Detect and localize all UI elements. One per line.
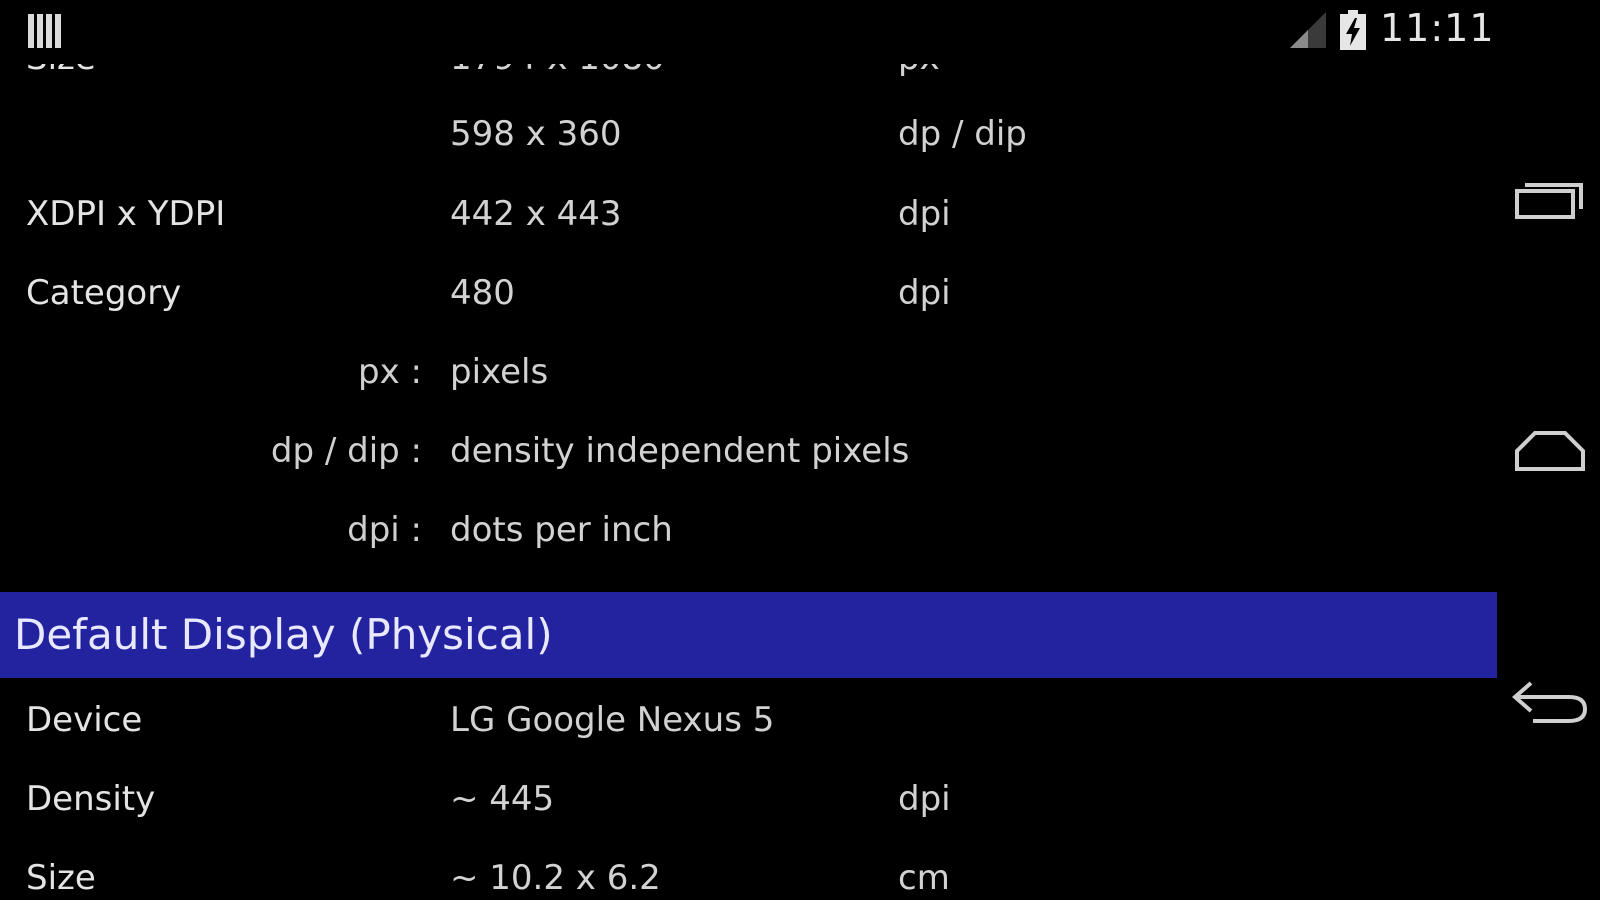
- section-header-physical: Default Display (Physical): [0, 592, 1497, 678]
- row-value: LG Google Nexus 5: [450, 700, 775, 740]
- home-button[interactable]: [1508, 408, 1592, 492]
- row-value: ~ 10.2 x 6.2: [450, 858, 661, 898]
- back-icon: [1511, 681, 1588, 723]
- row-label: Category: [26, 273, 182, 313]
- info-row-category: Category 480 dpi: [0, 263, 1500, 323]
- legend-row-px: px : pixels: [0, 342, 1500, 402]
- row-unit: dpi: [898, 273, 951, 313]
- row-value: 598 x 360: [450, 114, 622, 154]
- signal-icon: [1290, 12, 1326, 48]
- info-row-device: Device LG Google Nexus 5: [0, 690, 1500, 750]
- section-title: Default Display (Physical): [14, 610, 553, 659]
- navigation-bar: [1500, 0, 1600, 900]
- row-value: 480: [450, 273, 515, 313]
- status-bar[interactable]: 11:11: [0, 0, 1500, 64]
- info-row-density: Density ~ 445 dpi: [0, 769, 1500, 829]
- notification-icon: [28, 14, 62, 48]
- screen: Size 1794 x 1080 px 598 x 360 dp / dip X…: [0, 0, 1600, 900]
- legend-meaning: dots per inch: [450, 510, 673, 550]
- row-label: Size: [26, 858, 96, 898]
- row-unit: dpi: [898, 779, 951, 819]
- legend-key: dpi :: [347, 510, 422, 550]
- row-label: XDPI x YDPI: [26, 194, 226, 234]
- row-unit: dp / dip: [898, 114, 1027, 154]
- recent-apps-icon: [1515, 183, 1583, 219]
- row-label: Device: [26, 700, 143, 740]
- legend-meaning: pixels: [450, 352, 549, 392]
- recent-apps-button[interactable]: [1508, 158, 1592, 242]
- status-clock: 11:11: [1380, 6, 1495, 50]
- legend-key: dp / dip :: [270, 431, 422, 471]
- battery-charging-icon: [1340, 10, 1366, 50]
- legend-key: px :: [358, 352, 422, 392]
- row-value: 442 x 443: [450, 194, 622, 234]
- info-row-size-dp: 598 x 360 dp / dip: [0, 104, 1500, 164]
- legend-meaning: density independent pixels: [450, 431, 910, 471]
- row-unit: cm: [898, 858, 950, 898]
- home-icon: [1515, 431, 1585, 471]
- display-info-list[interactable]: Size 1794 x 1080 px 598 x 360 dp / dip X…: [0, 0, 1500, 900]
- back-button[interactable]: [1508, 660, 1592, 744]
- info-row-xdpi-ydpi: XDPI x YDPI 442 x 443 dpi: [0, 184, 1500, 244]
- row-label: Density: [26, 779, 156, 819]
- row-unit: dpi: [898, 194, 951, 234]
- row-value: ~ 445: [450, 779, 555, 819]
- legend-row-dpi: dpi : dots per inch: [0, 500, 1500, 560]
- legend-row-dp: dp / dip : density independent pixels: [0, 421, 1500, 481]
- info-row-physical-size: Size ~ 10.2 x 6.2 cm: [0, 848, 1500, 900]
